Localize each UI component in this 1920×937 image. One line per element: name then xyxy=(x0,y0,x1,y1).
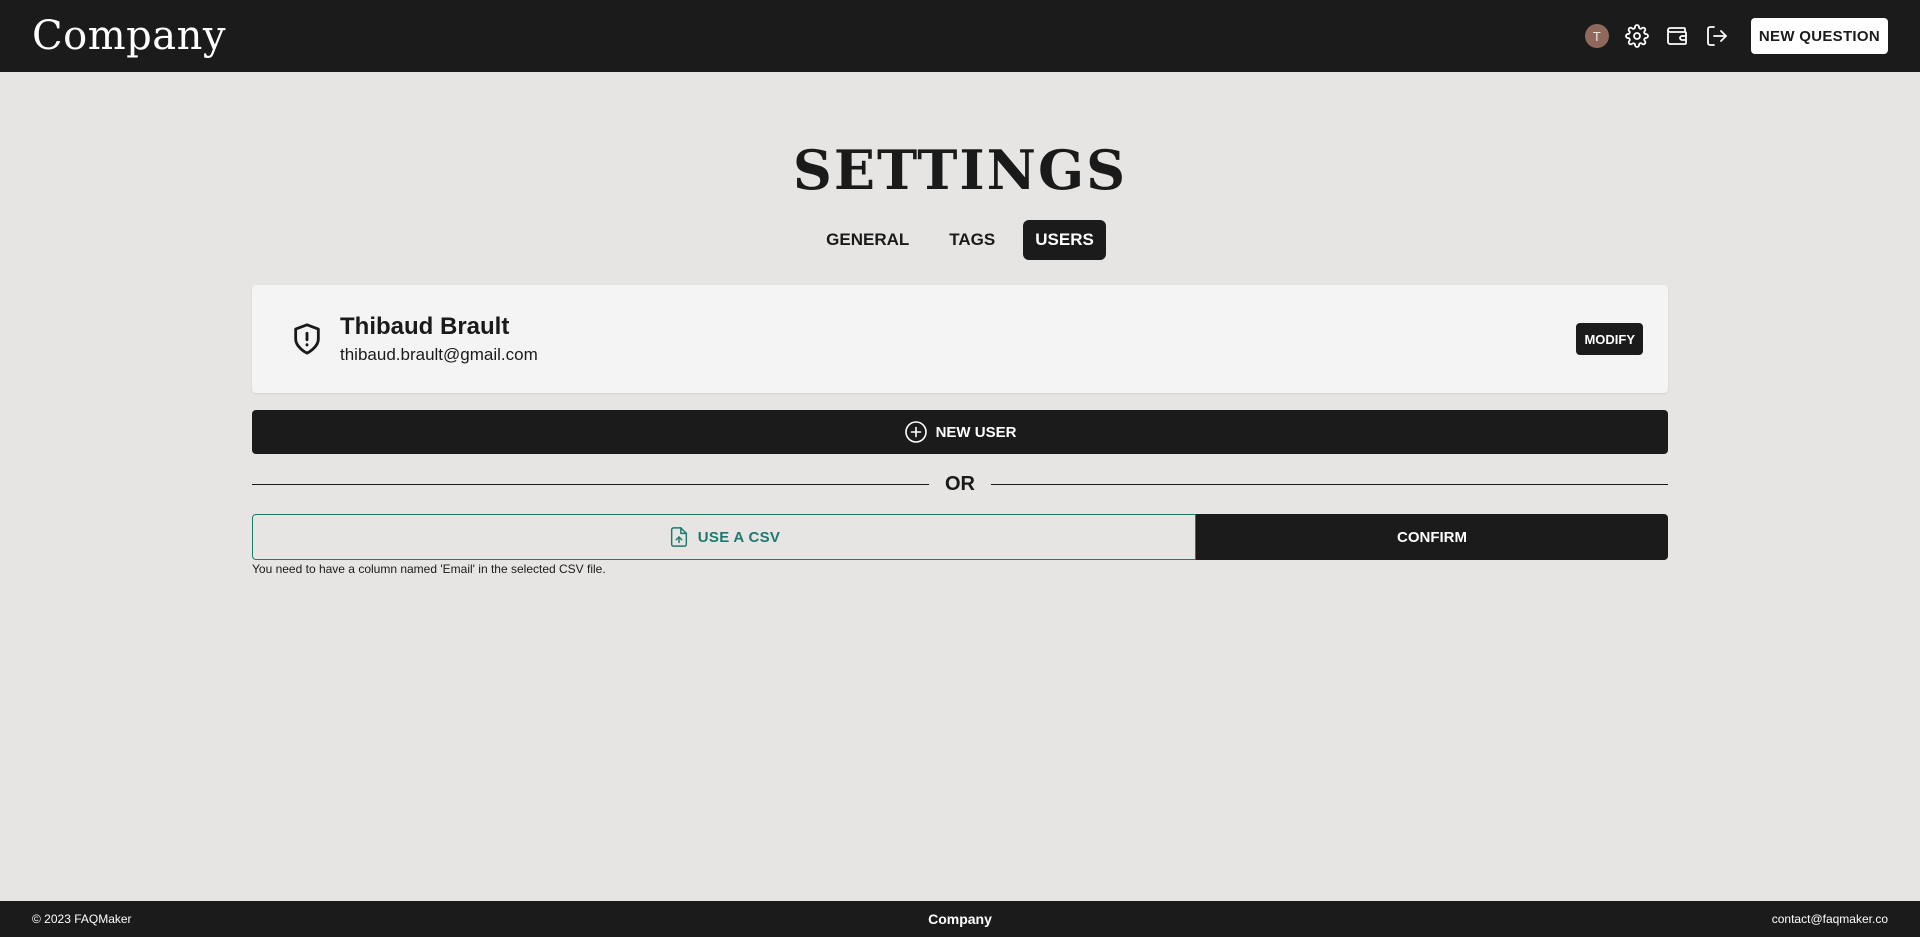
new-user-label: NEW USER xyxy=(935,423,1017,441)
header-actions: T NEW QUESTION xyxy=(1584,18,1888,54)
brand-logo[interactable]: Company xyxy=(32,13,226,59)
tab-tags[interactable]: TAGS xyxy=(937,220,1007,260)
top-navbar: Company T NEW QUESTION xyxy=(0,0,1920,72)
csv-hint-text: You need to have a column named 'Email' … xyxy=(252,562,606,576)
footer-contact-link[interactable]: contact@faqmaker.co xyxy=(1772,912,1888,926)
use-csv-label: USE A CSV xyxy=(697,528,781,546)
csv-import-row: USE A CSV CONFIRM xyxy=(252,514,1668,560)
user-avatar[interactable]: T xyxy=(1584,24,1609,48)
plus-circle-icon xyxy=(904,421,927,443)
new-user-button[interactable]: NEW USER xyxy=(252,410,1668,454)
footer-copyright: © 2023 FAQMaker xyxy=(32,912,132,926)
user-info: Thibaud Brault thibaud.brault@gmail.com xyxy=(340,312,538,367)
page-title: SETTINGS xyxy=(792,138,1128,202)
settings-tabs: GENERAL TAGS USERS xyxy=(0,220,1920,260)
new-question-button[interactable]: NEW QUESTION xyxy=(1750,18,1888,54)
modify-user-button[interactable]: MODIFY xyxy=(1576,323,1643,355)
or-label: OR xyxy=(945,472,975,495)
file-upload-icon xyxy=(670,527,687,547)
or-divider: OR xyxy=(252,470,1668,498)
confirm-button[interactable]: CONFIRM xyxy=(1196,514,1668,560)
footer: © 2023 FAQMaker Company contact@faqmaker… xyxy=(0,901,1920,937)
user-name: Thibaud Brault xyxy=(340,312,510,340)
user-card: Thibaud Brault thibaud.brault@gmail.com … xyxy=(252,285,1668,393)
divider-line-right xyxy=(991,483,1668,485)
wallet-icon[interactable] xyxy=(1665,24,1689,48)
user-email: thibaud.brault@gmail.com xyxy=(340,344,538,364)
divider-line-left xyxy=(252,483,929,485)
use-csv-button[interactable]: USE A CSV xyxy=(252,514,1196,560)
settings-icon[interactable] xyxy=(1625,24,1649,48)
tab-general[interactable]: GENERAL xyxy=(814,220,921,260)
shield-alert-icon xyxy=(290,322,324,356)
footer-brand: Company xyxy=(928,911,992,927)
logout-icon[interactable] xyxy=(1705,24,1729,48)
tab-users[interactable]: USERS xyxy=(1023,220,1106,260)
